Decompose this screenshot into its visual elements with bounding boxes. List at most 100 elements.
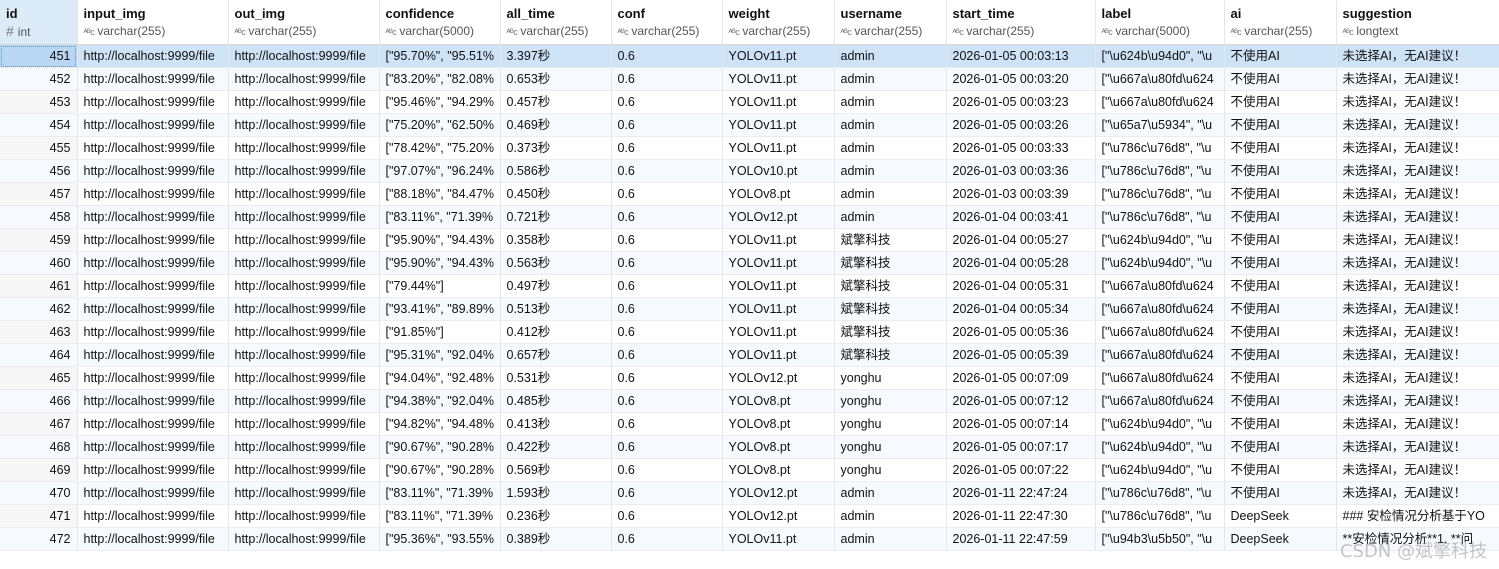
cell-input-img[interactable]: http://localhost:9999/file — [77, 44, 229, 68]
cell-confidence[interactable]: ["97.07%", "96.24% — [379, 159, 501, 183]
cell-suggestion[interactable]: 未选择AI，无AI建议！ — [1336, 435, 1499, 459]
cell-label[interactable]: ["\u667a\u80fd\u624 — [1095, 366, 1225, 390]
column-header-suggestion[interactable]: suggestion ᴬᴮc longtext — [1336, 0, 1499, 45]
cell-id[interactable]: 464 — [0, 343, 78, 367]
cell-all-time[interactable]: 3.397秒 — [500, 44, 612, 68]
cell-suggestion[interactable]: 未选择AI，无AI建议！ — [1336, 458, 1499, 482]
cell-ai[interactable]: 不使用AI — [1224, 343, 1337, 367]
cell-weight[interactable]: YOLOv11.pt — [722, 67, 835, 91]
cell-conf[interactable]: 0.6 — [611, 320, 723, 344]
cell-out-img[interactable]: http://localhost:9999/file — [228, 182, 380, 206]
cell-all-time[interactable]: 0.513秒 — [500, 297, 612, 321]
column-header-out-img[interactable]: out_img ᴬᴮc varchar(255) — [228, 0, 380, 45]
cell-confidence[interactable]: ["95.70%", "95.51% — [379, 44, 501, 68]
cell-out-img[interactable]: http://localhost:9999/file — [228, 228, 380, 252]
cell-username[interactable]: admin — [834, 113, 947, 137]
column-header-input-img[interactable]: input_img ᴬᴮc varchar(255) — [77, 0, 229, 45]
cell-conf[interactable]: 0.6 — [611, 182, 723, 206]
cell-ai[interactable]: 不使用AI — [1224, 320, 1337, 344]
cell-username[interactable]: admin — [834, 90, 947, 114]
cell-conf[interactable]: 0.6 — [611, 412, 723, 436]
table-row[interactable]: 472 http://localhost:9999/file http://loca… — [0, 527, 1499, 551]
cell-ai[interactable]: 不使用AI — [1224, 366, 1337, 390]
cell-start-time[interactable]: 2026-01-03 00:03:36 — [946, 159, 1096, 183]
cell-start-time[interactable]: 2026-01-05 00:07:12 — [946, 389, 1096, 413]
cell-conf[interactable]: 0.6 — [611, 90, 723, 114]
cell-input-img[interactable]: http://localhost:9999/file — [77, 343, 229, 367]
cell-confidence[interactable]: ["95.90%", "94.43% — [379, 251, 501, 275]
cell-id[interactable]: 472 — [0, 527, 78, 551]
cell-id[interactable]: 461 — [0, 274, 78, 298]
cell-suggestion[interactable]: 未选择AI，无AI建议！ — [1336, 343, 1499, 367]
cell-confidence[interactable]: ["78.42%", "75.20% — [379, 136, 501, 160]
cell-weight[interactable]: YOLOv11.pt — [722, 343, 835, 367]
cell-suggestion[interactable]: 未选择AI，无AI建议！ — [1336, 251, 1499, 275]
cell-username[interactable]: admin — [834, 136, 947, 160]
cell-all-time[interactable]: 0.531秒 — [500, 366, 612, 390]
cell-label[interactable]: ["\u786c\u76d8", "\u — [1095, 504, 1225, 528]
cell-label[interactable]: ["\u786c\u76d8", "\u — [1095, 182, 1225, 206]
cell-weight[interactable]: YOLOv11.pt — [722, 320, 835, 344]
cell-username[interactable]: admin — [834, 182, 947, 206]
cell-label[interactable]: ["\u667a\u80fd\u624 — [1095, 274, 1225, 298]
cell-weight[interactable]: YOLOv11.pt — [722, 297, 835, 321]
cell-username[interactable]: yonghu — [834, 412, 947, 436]
cell-all-time[interactable]: 0.485秒 — [500, 389, 612, 413]
cell-suggestion[interactable]: 未选择AI，无AI建议！ — [1336, 366, 1499, 390]
cell-weight[interactable]: YOLOv11.pt — [722, 136, 835, 160]
cell-label[interactable]: ["\u624b\u94d0", "\u — [1095, 228, 1225, 252]
table-row[interactable]: 461 http://localhost:9999/file http://loca… — [0, 274, 1499, 298]
cell-suggestion[interactable]: 未选择AI，无AI建议！ — [1336, 389, 1499, 413]
cell-confidence[interactable]: ["90.67%", "90.28% — [379, 435, 501, 459]
cell-confidence[interactable]: ["83.11%", "71.39% — [379, 205, 501, 229]
cell-out-img[interactable]: http://localhost:9999/file — [228, 435, 380, 459]
table-row[interactable]: 459 http://localhost:9999/file http://loca… — [0, 228, 1499, 252]
cell-label[interactable]: ["\u624b\u94d0", "\u — [1095, 251, 1225, 275]
cell-label[interactable]: ["\u667a\u80fd\u624 — [1095, 90, 1225, 114]
cell-username[interactable]: admin — [834, 481, 947, 505]
cell-start-time[interactable]: 2026-01-05 00:05:36 — [946, 320, 1096, 344]
cell-ai[interactable]: 不使用AI — [1224, 251, 1337, 275]
table-row[interactable]: 454 http://localhost:9999/file http://loca… — [0, 113, 1499, 137]
cell-input-img[interactable]: http://localhost:9999/file — [77, 90, 229, 114]
cell-start-time[interactable]: 2026-01-04 00:05:31 — [946, 274, 1096, 298]
cell-suggestion[interactable]: 未选择AI，无AI建议！ — [1336, 136, 1499, 160]
cell-ai[interactable]: 不使用AI — [1224, 136, 1337, 160]
column-header-ai[interactable]: ai ᴬᴮc varchar(255) — [1224, 0, 1337, 45]
cell-conf[interactable]: 0.6 — [611, 458, 723, 482]
cell-all-time[interactable]: 0.457秒 — [500, 90, 612, 114]
cell-username[interactable]: admin — [834, 159, 947, 183]
cell-out-img[interactable]: http://localhost:9999/file — [228, 366, 380, 390]
cell-conf[interactable]: 0.6 — [611, 228, 723, 252]
cell-conf[interactable]: 0.6 — [611, 366, 723, 390]
cell-all-time[interactable]: 0.586秒 — [500, 159, 612, 183]
cell-weight[interactable]: YOLOv11.pt — [722, 228, 835, 252]
cell-start-time[interactable]: 2026-01-05 00:07:17 — [946, 435, 1096, 459]
cell-weight[interactable]: YOLOv8.pt — [722, 435, 835, 459]
table-row[interactable]: 463 http://localhost:9999/file http://loca… — [0, 320, 1499, 344]
cell-label[interactable]: ["\u786c\u76d8", "\u — [1095, 205, 1225, 229]
cell-out-img[interactable]: http://localhost:9999/file — [228, 527, 380, 551]
cell-input-img[interactable]: http://localhost:9999/file — [77, 228, 229, 252]
cell-suggestion[interactable]: 未选择AI，无AI建议！ — [1336, 205, 1499, 229]
cell-confidence[interactable]: ["75.20%", "62.50% — [379, 113, 501, 137]
cell-suggestion[interactable]: 未选择AI，无AI建议！ — [1336, 182, 1499, 206]
cell-input-img[interactable]: http://localhost:9999/file — [77, 481, 229, 505]
cell-username[interactable]: 斌擎科技 — [834, 274, 947, 298]
cell-ai[interactable]: 不使用AI — [1224, 458, 1337, 482]
cell-ai[interactable]: 不使用AI — [1224, 228, 1337, 252]
cell-conf[interactable]: 0.6 — [611, 435, 723, 459]
column-header-label[interactable]: label ᴬᴮc varchar(5000) — [1095, 0, 1225, 45]
table-row[interactable]: 466 http://localhost:9999/file http://loca… — [0, 389, 1499, 413]
cell-confidence[interactable]: ["94.82%", "94.48% — [379, 412, 501, 436]
cell-username[interactable]: 斌擎科技 — [834, 228, 947, 252]
table-row[interactable]: 462 http://localhost:9999/file http://loca… — [0, 297, 1499, 321]
cell-start-time[interactable]: 2026-01-04 00:03:41 — [946, 205, 1096, 229]
cell-label[interactable]: ["\u624b\u94d0", "\u — [1095, 44, 1225, 68]
cell-all-time[interactable]: 0.569秒 — [500, 458, 612, 482]
cell-suggestion[interactable]: 未选择AI，无AI建议！ — [1336, 44, 1499, 68]
cell-input-img[interactable]: http://localhost:9999/file — [77, 527, 229, 551]
cell-input-img[interactable]: http://localhost:9999/file — [77, 205, 229, 229]
cell-confidence[interactable]: ["88.18%", "84.47% — [379, 182, 501, 206]
cell-conf[interactable]: 0.6 — [611, 274, 723, 298]
